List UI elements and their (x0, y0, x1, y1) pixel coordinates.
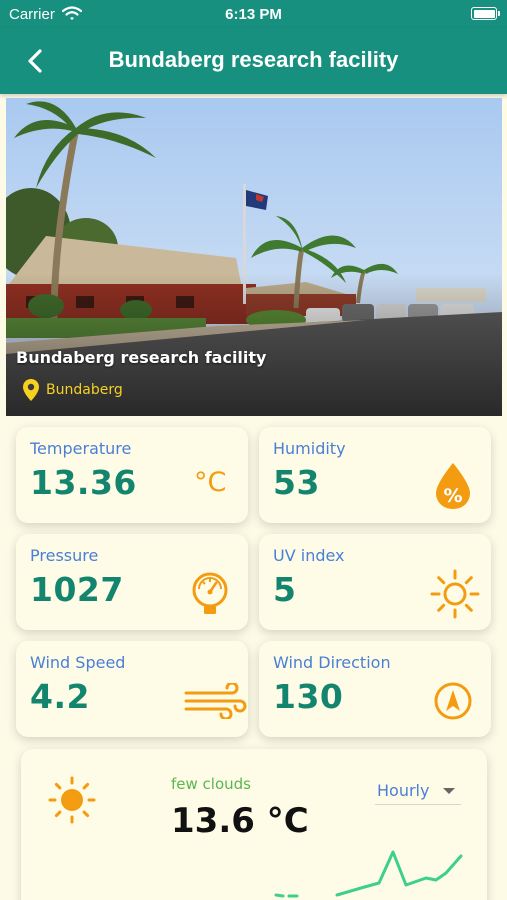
humidity-percent-drop-icon: % (436, 463, 470, 509)
uv-index-label: UV index (273, 546, 345, 565)
uv-index-card[interactable]: UV index 5 (259, 534, 491, 630)
gauge-icon (192, 572, 228, 614)
location-row[interactable]: Bundaberg (22, 378, 123, 402)
location-name: Bundaberg (46, 382, 123, 398)
pressure-label: Pressure (30, 546, 99, 565)
facility-photo: Bundaberg research facility Bundaberg (6, 98, 502, 416)
pressure-card[interactable]: Pressure 1027 (16, 534, 248, 630)
status-bar: Carrier 6:13 PM (0, 0, 507, 28)
celsius-unit: °C (194, 467, 227, 498)
map-pin-icon (23, 379, 39, 401)
temperature-card[interactable]: Temperature 13.36 °C (16, 427, 248, 523)
sun-icon (430, 569, 480, 619)
svg-text:%: % (443, 485, 462, 507)
uv-index-value: 5 (273, 570, 297, 609)
temperature-label: Temperature (30, 439, 132, 458)
forecast-trend-line (274, 850, 463, 898)
humidity-value: 53 (273, 463, 320, 502)
wind-direction-label: Wind Direction (273, 653, 391, 672)
battery-icon (471, 7, 500, 20)
compass-icon (434, 682, 472, 720)
page-title: Bundaberg research facility (108, 47, 399, 72)
pressure-value: 1027 (30, 570, 124, 609)
wind-speed-card[interactable]: Wind Speed 4.2 (16, 641, 248, 737)
wind-direction-card[interactable]: Wind Direction 130 (259, 641, 491, 737)
wind-icon (184, 683, 247, 719)
nav-bar: Bundaberg research facility (0, 28, 507, 94)
forecast-card: few clouds 13.6 °C Hourly (21, 749, 487, 900)
humidity-card[interactable]: Humidity 53 % (259, 427, 491, 523)
wind-speed-label: Wind Speed (30, 653, 126, 672)
temperature-value: 13.36 (30, 463, 137, 502)
facility-photo-scene (6, 98, 502, 416)
humidity-label: Humidity (273, 439, 346, 458)
clock: 6:13 PM (225, 6, 282, 23)
wind-speed-value: 4.2 (30, 677, 90, 716)
wind-direction-value: 130 (273, 677, 344, 716)
facility-name: Bundaberg research facility (16, 348, 267, 367)
